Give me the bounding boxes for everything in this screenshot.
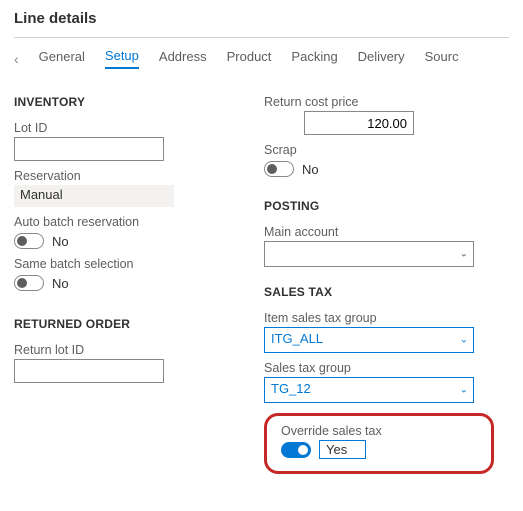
lot-id-input[interactable] [14,137,164,161]
auto-batch-toggle[interactable] [14,233,44,249]
section-posting: POSTING [264,199,494,213]
auto-batch-label: Auto batch reservation [14,215,214,229]
override-sales-tax-value[interactable]: Yes [319,440,366,459]
auto-batch-value: No [52,234,69,249]
item-sales-tax-group-label: Item sales tax group [264,311,494,325]
tab-sourcing[interactable]: Sourc [425,49,459,68]
tab-setup[interactable]: Setup [105,48,139,69]
tab-packing[interactable]: Packing [291,49,337,68]
lot-id-label: Lot ID [14,121,214,135]
tab-product[interactable]: Product [227,49,272,68]
tab-delivery[interactable]: Delivery [358,49,405,68]
return-cost-label: Return cost price [264,95,494,109]
same-batch-label: Same batch selection [14,257,214,271]
tab-general[interactable]: General [39,49,85,68]
tab-address[interactable]: Address [159,49,207,68]
chevron-left-icon[interactable]: ‹ [14,51,19,67]
override-highlight: Override sales tax Yes [264,413,494,474]
item-sales-tax-group-select[interactable]: ITG_ALL [264,327,474,353]
sales-tax-group-select[interactable]: TG_12 [264,377,474,403]
return-lot-input[interactable] [14,359,164,383]
override-sales-tax-toggle[interactable] [281,442,311,458]
return-lot-label: Return lot ID [14,343,214,357]
sales-tax-group-label: Sales tax group [264,361,494,375]
reservation-value[interactable]: Manual [14,185,174,207]
return-cost-input[interactable] [304,111,414,135]
scrap-label: Scrap [264,143,494,157]
divider [14,37,509,38]
section-inventory: INVENTORY [14,95,214,109]
override-sales-tax-label: Override sales tax [281,424,477,438]
section-sales-tax: SALES TAX [264,285,494,299]
scrap-value: No [302,162,319,177]
same-batch-toggle[interactable] [14,275,44,291]
reservation-label: Reservation [14,169,214,183]
main-account-label: Main account [264,225,494,239]
page-title: Line details [14,10,509,37]
tab-bar: ‹ General Setup Address Product Packing … [14,44,509,77]
section-returned-order: RETURNED ORDER [14,317,214,331]
same-batch-value: No [52,276,69,291]
scrap-toggle[interactable] [264,161,294,177]
main-account-select[interactable] [264,241,474,267]
